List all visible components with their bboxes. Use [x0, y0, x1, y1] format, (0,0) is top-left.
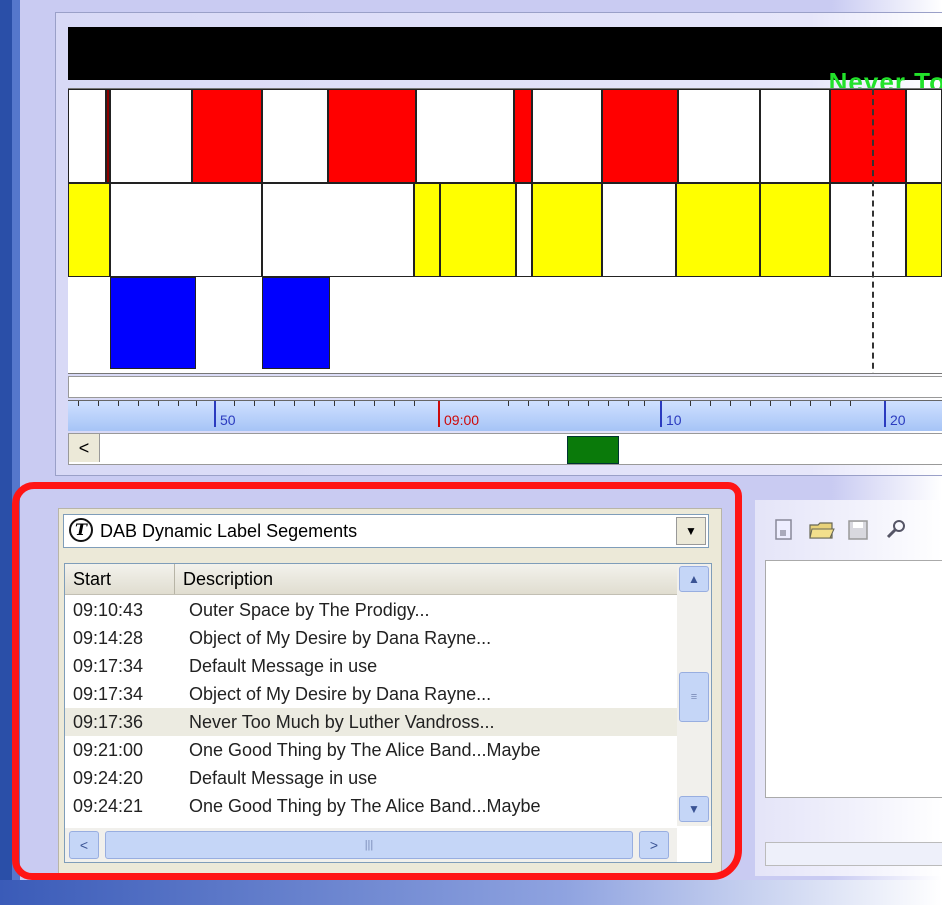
- timeline-block[interactable]: [440, 183, 516, 277]
- timeline-block[interactable]: [68, 183, 110, 277]
- save-icon[interactable]: [846, 518, 870, 542]
- ruler-mark: [884, 401, 886, 427]
- timeline-block[interactable]: [262, 89, 328, 183]
- right-status-bar: [765, 842, 942, 866]
- timeline-block[interactable]: [192, 89, 262, 183]
- timeline-block[interactable]: [414, 183, 440, 277]
- timeline-block[interactable]: [262, 277, 330, 369]
- timeline-block[interactable]: [514, 89, 532, 183]
- ruler-mark: [438, 401, 440, 427]
- timeline-block[interactable]: [532, 183, 602, 277]
- timeline-block[interactable]: [676, 183, 760, 277]
- ruler-mark: [214, 401, 216, 427]
- search-icon[interactable]: [884, 518, 908, 542]
- ruler-label-50: 50: [220, 412, 236, 428]
- timeline-block[interactable]: [68, 89, 106, 183]
- new-document-icon[interactable]: [772, 518, 796, 542]
- timeline-block[interactable]: [532, 89, 602, 183]
- timeline-block[interactable]: [906, 183, 942, 277]
- now-playing-bar: Never To: [68, 27, 942, 97]
- window-bottom-border: [0, 880, 942, 905]
- timeline-block[interactable]: [110, 277, 196, 369]
- timeline-scroll-thumb[interactable]: [567, 436, 619, 464]
- right-content-area[interactable]: [765, 560, 942, 798]
- timeline-block[interactable]: [602, 183, 676, 277]
- timeline-scrollbar[interactable]: <: [68, 433, 942, 465]
- timeline-block[interactable]: [110, 89, 192, 183]
- timeline-block[interactable]: [830, 183, 906, 277]
- timeline-block[interactable]: [760, 89, 830, 183]
- playhead-line: [872, 89, 874, 373]
- timeline-block[interactable]: [760, 183, 830, 277]
- highlight-annotation: [12, 482, 742, 880]
- timeline-block[interactable]: [516, 183, 532, 277]
- ruler-label-10: 10: [666, 412, 682, 428]
- time-ruler[interactable]: 50 09:00 10 20: [68, 400, 942, 431]
- timeline-block[interactable]: [262, 183, 414, 277]
- scroll-left-button[interactable]: <: [69, 434, 100, 462]
- timeline-empty-row: [68, 376, 942, 398]
- timeline-block[interactable]: [110, 183, 262, 277]
- window-left-border: [0, 0, 12, 905]
- timeline-block[interactable]: [416, 89, 514, 183]
- timeline-block[interactable]: [830, 89, 906, 183]
- timeline-block[interactable]: [602, 89, 678, 183]
- open-folder-icon[interactable]: [808, 518, 835, 542]
- timeline-block[interactable]: [678, 89, 760, 183]
- timeline-block[interactable]: [328, 89, 416, 183]
- ruler-label-20: 20: [890, 412, 906, 428]
- ruler-mark: [660, 401, 662, 427]
- ruler-label-0900: 09:00: [444, 412, 480, 428]
- timeline-lanes[interactable]: [68, 88, 942, 374]
- timeline-block[interactable]: [906, 89, 942, 183]
